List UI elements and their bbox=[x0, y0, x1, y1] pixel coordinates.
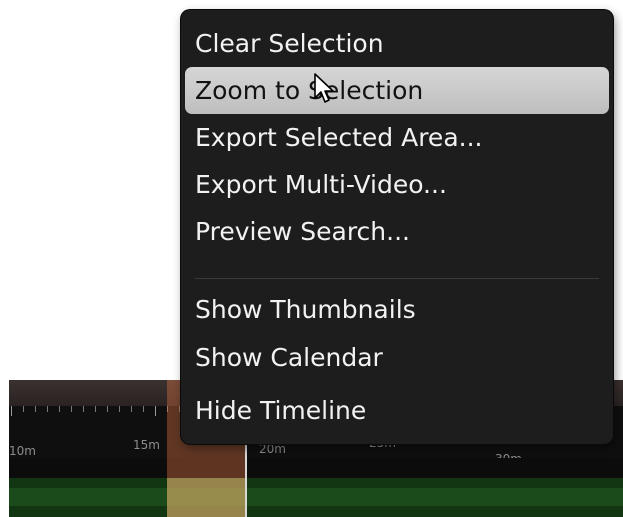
ruler-tick bbox=[23, 406, 24, 412]
selection-track-highlight bbox=[167, 478, 245, 517]
ruler-tick bbox=[95, 406, 96, 412]
ruler-tick bbox=[143, 406, 144, 412]
ruler-tick bbox=[107, 406, 108, 412]
menu-item-export-multi-video[interactable]: Export Multi-Video... bbox=[185, 161, 609, 208]
ruler-label: 15m bbox=[133, 438, 160, 452]
context-menu: Clear Selection Zoom to Selection Export… bbox=[181, 10, 613, 444]
menu-item-preview-search[interactable]: Preview Search... bbox=[185, 208, 609, 255]
ruler-tick bbox=[119, 406, 120, 412]
ruler-tick bbox=[47, 406, 48, 412]
menu-separator bbox=[195, 278, 599, 279]
ruler-label: 20m bbox=[259, 442, 286, 456]
timeline-gap bbox=[9, 458, 623, 478]
menu-item-zoom-to-selection[interactable]: Zoom to Selection bbox=[185, 67, 609, 114]
arrow-pointer-icon bbox=[314, 73, 334, 103]
ruler-tick bbox=[35, 406, 36, 412]
menu-item-show-thumbnails[interactable]: Show Thumbnails bbox=[185, 286, 609, 333]
ruler-tick bbox=[155, 406, 156, 416]
menu-item-export-selected-area[interactable]: Export Selected Area... bbox=[185, 114, 609, 161]
ruler-tick bbox=[71, 406, 72, 412]
screen: 10m 15m 20m 25m 30m Clear Selection Zoom… bbox=[0, 0, 623, 517]
timeline-track[interactable] bbox=[9, 478, 623, 517]
ruler-tick bbox=[131, 406, 132, 412]
recording-band bbox=[9, 488, 623, 506]
ruler-tick bbox=[11, 406, 12, 416]
ruler-label: 10m bbox=[9, 444, 36, 458]
menu-item-clear-selection[interactable]: Clear Selection bbox=[185, 20, 609, 67]
ruler-tick bbox=[59, 406, 60, 412]
menu-item-show-calendar[interactable]: Show Calendar bbox=[185, 334, 609, 381]
ruler-tick bbox=[83, 406, 84, 412]
menu-item-hide-timeline[interactable]: Hide Timeline bbox=[185, 387, 609, 434]
